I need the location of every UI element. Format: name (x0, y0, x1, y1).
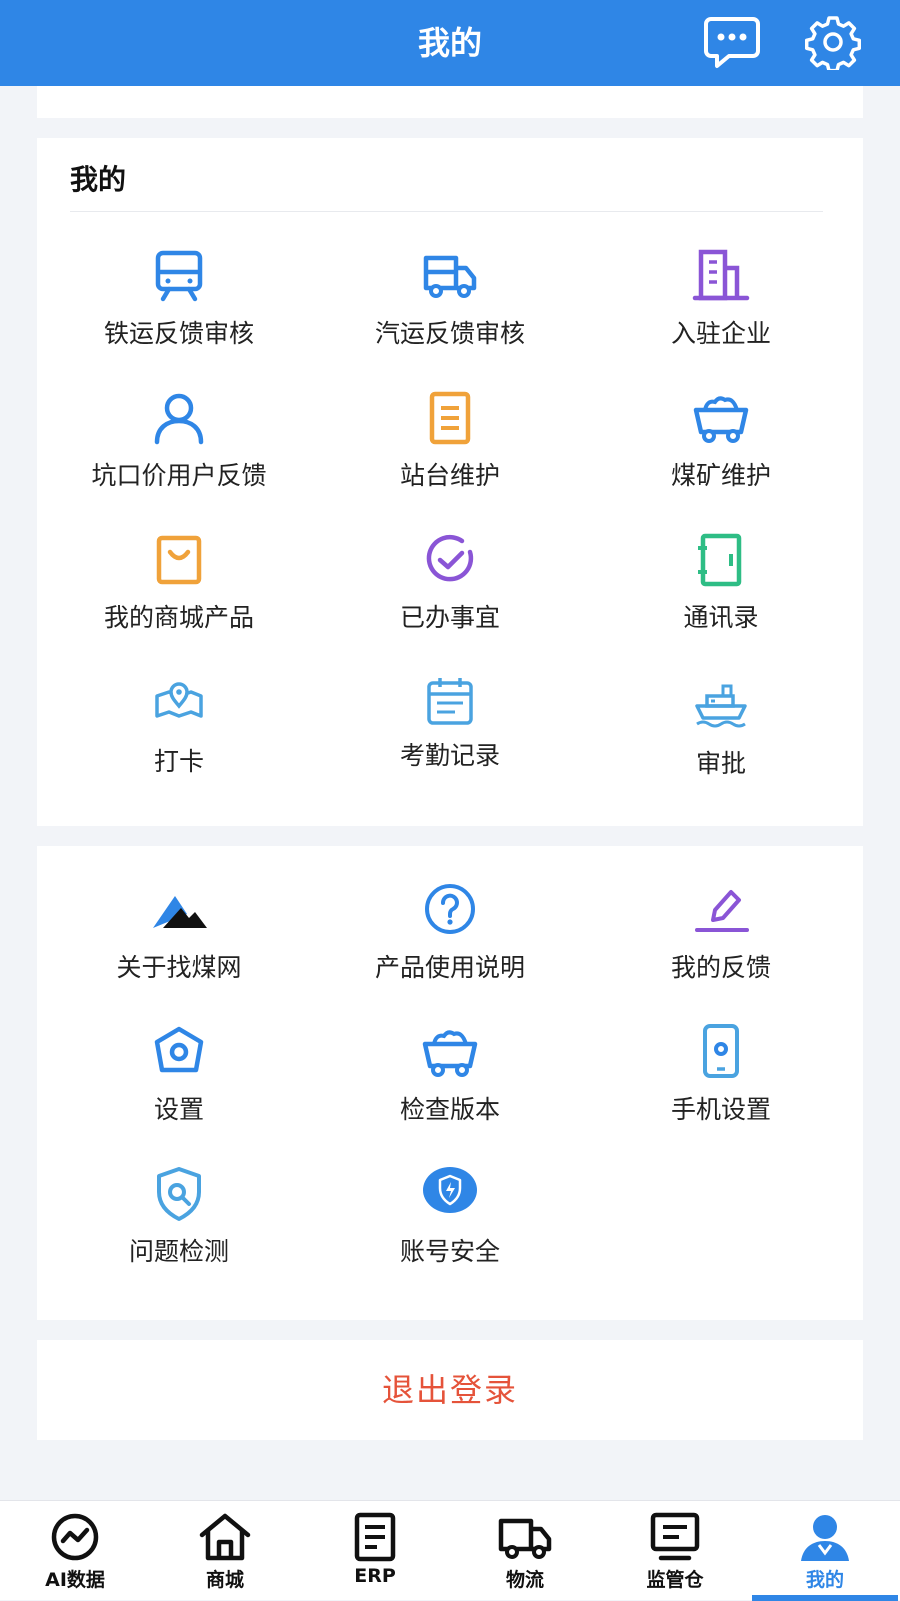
document-icon (420, 388, 480, 448)
home-icon (197, 1511, 253, 1563)
grid-item-label: 入驻企业 (670, 319, 771, 348)
tab-ai-data[interactable]: AI数据 (0, 1501, 150, 1601)
grid-item-label: 坑口价用户反馈 (91, 461, 267, 490)
grid-item-done-items[interactable]: 已办事宜 (315, 530, 585, 640)
app-header: 我的 (0, 0, 900, 86)
coal-cart-icon (691, 388, 751, 448)
tab-erp[interactable]: ERP (300, 1501, 450, 1601)
building-icon (691, 246, 751, 306)
contact-book-icon (691, 530, 751, 590)
grid-item-attendance-records[interactable]: 考勤记录 (315, 672, 585, 782)
grid-item-label: 我的反馈 (670, 953, 771, 982)
grid-item-label: 已办事宜 (399, 603, 500, 632)
grid-item-settings[interactable]: 设置 (44, 1022, 314, 1132)
tab-label: 监管仓 (646, 1569, 704, 1591)
grid-item-check-version[interactable]: 检查版本 (315, 1022, 585, 1132)
section-divider (70, 211, 823, 212)
grid-item-label: 审批 (695, 749, 746, 778)
profile-card-stub (37, 86, 863, 118)
shopping-bag-icon (149, 530, 209, 590)
pen-icon (691, 880, 751, 940)
train-icon (149, 246, 209, 306)
tab-logistics[interactable]: 物流 (450, 1501, 600, 1601)
logout-card: 退出登录 (37, 1340, 863, 1440)
message-button[interactable] (703, 15, 761, 71)
document-list-icon (347, 1511, 403, 1563)
user-icon (149, 388, 209, 448)
hexagon-gear-icon (149, 1022, 209, 1082)
trend-circle-icon (47, 1511, 103, 1563)
grid-item-label: 产品使用说明 (374, 953, 525, 982)
grid-item-user-guide[interactable]: 产品使用说明 (315, 880, 585, 990)
grid-item-platform-maintenance[interactable]: 站台维护 (315, 388, 585, 498)
grid-item-truck-feedback-review[interactable]: 汽运反馈审核 (315, 246, 585, 356)
phone-settings-icon (691, 1022, 751, 1082)
grid-item-phone-settings[interactable]: 手机设置 (586, 1022, 856, 1132)
active-tab-indicator (752, 1595, 898, 1601)
grid-item-label: 汽运反馈审核 (374, 319, 525, 348)
ship-icon (691, 672, 751, 732)
grid-item-pithead-price-feedback[interactable]: 坑口价用户反馈 (44, 388, 314, 498)
gear-icon (804, 16, 862, 73)
grid-item-contacts[interactable]: 通讯录 (586, 530, 856, 640)
grid-item-label: 手机设置 (670, 1095, 771, 1124)
grid-item-label: 考勤记录 (399, 741, 500, 770)
grid-item-label: 账号安全 (399, 1237, 500, 1266)
grid-item-clock-in[interactable]: 打卡 (44, 672, 314, 782)
grid-item-label: 我的商城产品 (103, 603, 254, 632)
user-filled-icon (797, 1511, 853, 1563)
grid-item-about[interactable]: 关于找煤网 (44, 880, 314, 990)
section-title: 我的 (70, 163, 127, 196)
question-circle-icon (420, 880, 480, 940)
more-functions-card: 关于找煤网 产品使用说明 我的反馈 设置 检查版本 手机设置 问题检测 账号安全 (37, 846, 863, 1320)
shield-bolt-icon (420, 1164, 480, 1224)
tab-label: 我的 (805, 1569, 844, 1591)
grid-item-problem-detection[interactable]: 问题检测 (44, 1164, 314, 1274)
grid-item-rail-feedback-review[interactable]: 铁运反馈审核 (44, 246, 314, 356)
mountain-logo-icon (149, 880, 209, 940)
tab-mall[interactable]: 商城 (150, 1501, 300, 1601)
tab-label: 商城 (205, 1569, 244, 1591)
message-icon (704, 17, 760, 68)
logout-button[interactable]: 退出登录 (37, 1340, 863, 1440)
grid-item-account-security[interactable]: 账号安全 (315, 1164, 585, 1274)
grid-item-label: 关于找煤网 (116, 953, 242, 982)
tab-label: ERP (354, 1565, 396, 1587)
calendar-icon (420, 672, 480, 732)
tab-mine[interactable]: 我的 (750, 1501, 900, 1601)
grid-item-label: 通讯录 (683, 603, 759, 632)
tab-supervised-warehouse[interactable]: 监管仓 (600, 1501, 750, 1601)
settings-button[interactable] (804, 14, 862, 73)
grid-item-label: 打卡 (153, 747, 204, 776)
coal-cart-icon (420, 1022, 480, 1082)
grid-item-label: 铁运反馈审核 (103, 319, 254, 348)
grid-item-label: 检查版本 (399, 1095, 500, 1124)
tab-label: 物流 (505, 1569, 544, 1591)
grid-item-label: 煤矿维护 (670, 461, 771, 490)
grid-item-label: 站台维护 (399, 461, 500, 490)
location-map-icon (149, 672, 209, 732)
truck-icon (420, 246, 480, 306)
grid-item-label: 问题检测 (128, 1237, 229, 1266)
truck-icon (497, 1511, 553, 1563)
bottom-tab-bar: AI数据 商城 ERP 物流 监管仓 我的 (0, 1500, 900, 1601)
check-circle-icon (420, 530, 480, 590)
grid-item-my-mall-products[interactable]: 我的商城产品 (44, 530, 314, 640)
tab-label: AI数据 (45, 1569, 105, 1591)
shield-search-icon (149, 1164, 209, 1224)
grid-item-mine-maintenance[interactable]: 煤矿维护 (586, 388, 856, 498)
page-title: 我的 (417, 24, 482, 62)
my-functions-card: 我的 铁运反馈审核 汽运反馈审核 入驻企业 坑口价用户反馈 站台维护 煤矿维护 … (37, 138, 863, 826)
grid-item-enterprises[interactable]: 入驻企业 (586, 246, 856, 356)
grid-item-label: 设置 (153, 1095, 204, 1124)
grid-item-approval[interactable]: 审批 (586, 672, 856, 782)
monitor-icon (647, 1511, 703, 1563)
grid-item-my-feedback[interactable]: 我的反馈 (586, 880, 856, 990)
